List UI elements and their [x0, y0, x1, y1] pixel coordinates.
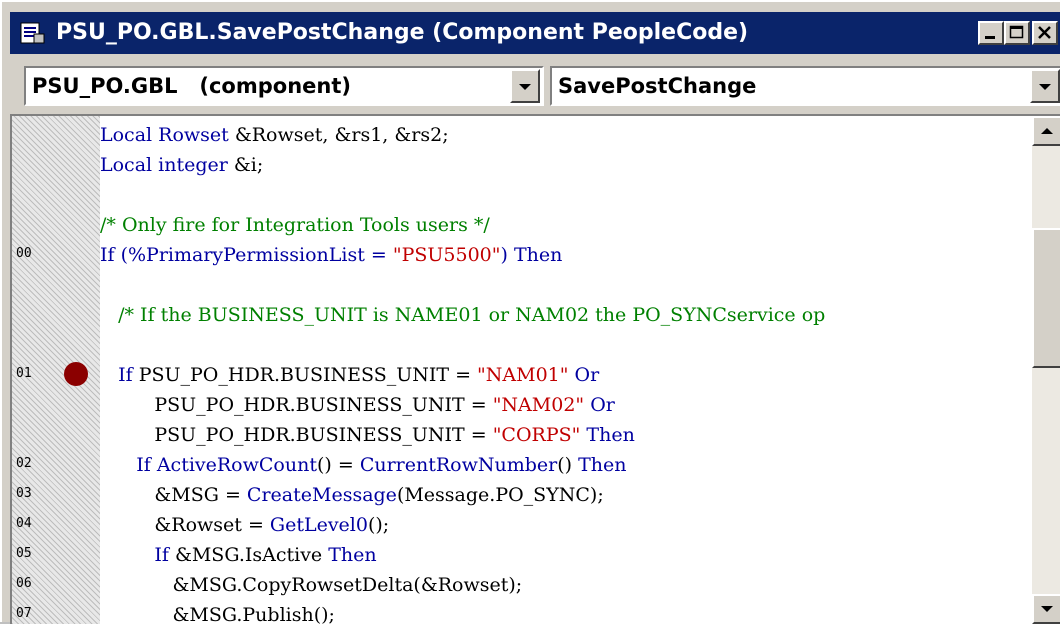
code-keyword: If [100, 364, 139, 386]
event-selector[interactable]: SavePostChange [550, 66, 1060, 106]
breakpoint-icon[interactable] [64, 362, 88, 386]
code-line[interactable]: If (%PrimaryPermissionList = "PSU5500") … [100, 240, 562, 270]
code-line[interactable]: Local integer &i; [100, 150, 263, 180]
chevron-down-icon [519, 84, 531, 90]
object-selector-value: PSU_PO.GBL (component) [32, 74, 351, 98]
code-keyword: If [100, 544, 175, 566]
code-line[interactable]: If &MSG.IsActive Then [100, 540, 377, 570]
code-keyword: CreateMessage [246, 484, 397, 506]
code-line[interactable]: If PSU_PO_HDR.BUSINESS_UNIT = "NAM01" Or [100, 360, 599, 390]
arrow-down-icon [1041, 606, 1053, 612]
code-line[interactable]: PSU_PO_HDR.BUSINESS_UNIT = "NAM02" Or [100, 390, 615, 420]
line-number: 07 [16, 606, 32, 621]
code-text: &Rowset, &rs1, &rs2; [234, 124, 449, 146]
peoplecode-editor-window: PSU_PO.GBL.SavePostChange (Component Peo… [0, 0, 1060, 624]
code-line[interactable]: Local Rowset &Rowset, &rs1, &rs2; [100, 120, 449, 150]
code-text: () = [316, 454, 360, 476]
code-keyword: ActiveRowCount [156, 454, 317, 476]
code-line[interactable]: PSU_PO_HDR.BUSINESS_UNIT = "CORPS" Then [100, 420, 635, 450]
scroll-down-button[interactable] [1032, 594, 1060, 624]
code-string: "CORPS" [492, 424, 581, 446]
code-keyword: CurrentRowNumber [359, 454, 558, 476]
code-keyword: GetLevel0 [269, 514, 368, 536]
code-text: &MSG.Publish(); [100, 604, 335, 624]
code-line[interactable]: /* If the BUSINESS_UNIT is NAME01 or NAM… [100, 300, 825, 330]
code-keyword: Then [578, 454, 627, 476]
event-dropdown-button[interactable] [1030, 69, 1060, 103]
maximize-button[interactable] [1004, 21, 1030, 45]
arrow-up-icon [1041, 128, 1053, 134]
line-number: 00 [16, 246, 32, 261]
code-text: &MSG.IsActive [174, 544, 329, 566]
line-number: 04 [16, 516, 32, 531]
code-text: &Rowset = [100, 514, 270, 536]
line-number: 01 [16, 366, 32, 381]
code-keyword: Or [568, 364, 600, 386]
code-text: &MSG = [100, 484, 247, 506]
minimize-icon [985, 36, 995, 39]
code-keyword: Or [584, 394, 615, 416]
code-keyword: Local integer [100, 154, 234, 176]
window-title: PSU_PO.GBL.SavePostChange (Component Peo… [56, 20, 749, 45]
code-keyword: If [100, 454, 157, 476]
code-text: PSU_PO_HDR.BUSINESS_UNIT = [100, 394, 493, 416]
code-keyword: (%PrimaryPermissionList = [120, 244, 393, 266]
close-button[interactable] [1032, 21, 1058, 45]
code-text: PSU_PO_HDR.BUSINESS_UNIT = [100, 424, 493, 446]
close-icon [1038, 26, 1051, 39]
code-text: () [557, 454, 579, 476]
maximize-icon [1009, 25, 1024, 39]
code-keyword: Local Rowset [100, 124, 235, 146]
code-text: (Message.PO_SYNC); [396, 484, 604, 506]
code-text: PSU_PO_HDR.BUSINESS_UNIT = [138, 364, 478, 386]
line-number: 02 [16, 456, 32, 471]
code-editor[interactable]: 00 01 02 03 04 05 06 07 Local Rowset &Ro… [10, 114, 1060, 624]
chevron-down-icon [1039, 84, 1051, 90]
line-number: 03 [16, 486, 32, 501]
code-line[interactable]: If ActiveRowCount() = CurrentRowNumber()… [100, 450, 627, 480]
code-text: &i; [233, 154, 264, 176]
code-string: "PSU5500" [392, 244, 501, 266]
title-bar[interactable]: PSU_PO.GBL.SavePostChange (Component Peo… [10, 12, 1060, 54]
code-comment: /* If the BUSINESS_UNIT is NAME01 or NAM… [100, 304, 826, 326]
minimize-button[interactable] [978, 21, 1004, 45]
code-text: &MSG.CopyRowsetDelta(&Rowset); [100, 574, 523, 596]
event-selector-value: SavePostChange [558, 74, 757, 98]
vertical-scrollbar[interactable] [1032, 116, 1060, 624]
code-line[interactable]: &MSG = CreateMessage(Message.PO_SYNC); [100, 480, 604, 510]
code-string: "NAM01" [477, 364, 569, 386]
code-keyword: Then [328, 544, 377, 566]
object-selector[interactable]: PSU_PO.GBL (component) [24, 66, 544, 106]
object-dropdown-button[interactable] [510, 69, 540, 103]
code-text: (); [367, 514, 390, 536]
scroll-thumb[interactable] [1032, 228, 1060, 368]
code-comment: /* Only fire for Integration Tools users… [100, 214, 490, 236]
code-line[interactable]: &MSG.Publish(); [100, 600, 335, 624]
line-number-gutter: 00 01 02 03 04 05 06 07 [12, 116, 100, 624]
code-line[interactable]: &Rowset = GetLevel0(); [100, 510, 389, 540]
code-line[interactable]: /* Only fire for Integration Tools users… [100, 210, 490, 240]
code-string: "NAM02" [492, 394, 585, 416]
line-number: 05 [16, 546, 32, 561]
code-keyword: Then [513, 244, 563, 266]
scroll-up-button[interactable] [1032, 116, 1060, 146]
code-keyword: Then [580, 424, 635, 446]
line-number: 06 [16, 576, 32, 591]
code-keyword: ) [500, 244, 514, 266]
document-icon [20, 22, 46, 44]
code-line[interactable]: &MSG.CopyRowsetDelta(&Rowset); [100, 570, 522, 600]
code-keyword: If [100, 244, 121, 266]
code-area[interactable]: Local Rowset &Rowset, &rs1, &rs2; Local i… [100, 116, 1040, 624]
